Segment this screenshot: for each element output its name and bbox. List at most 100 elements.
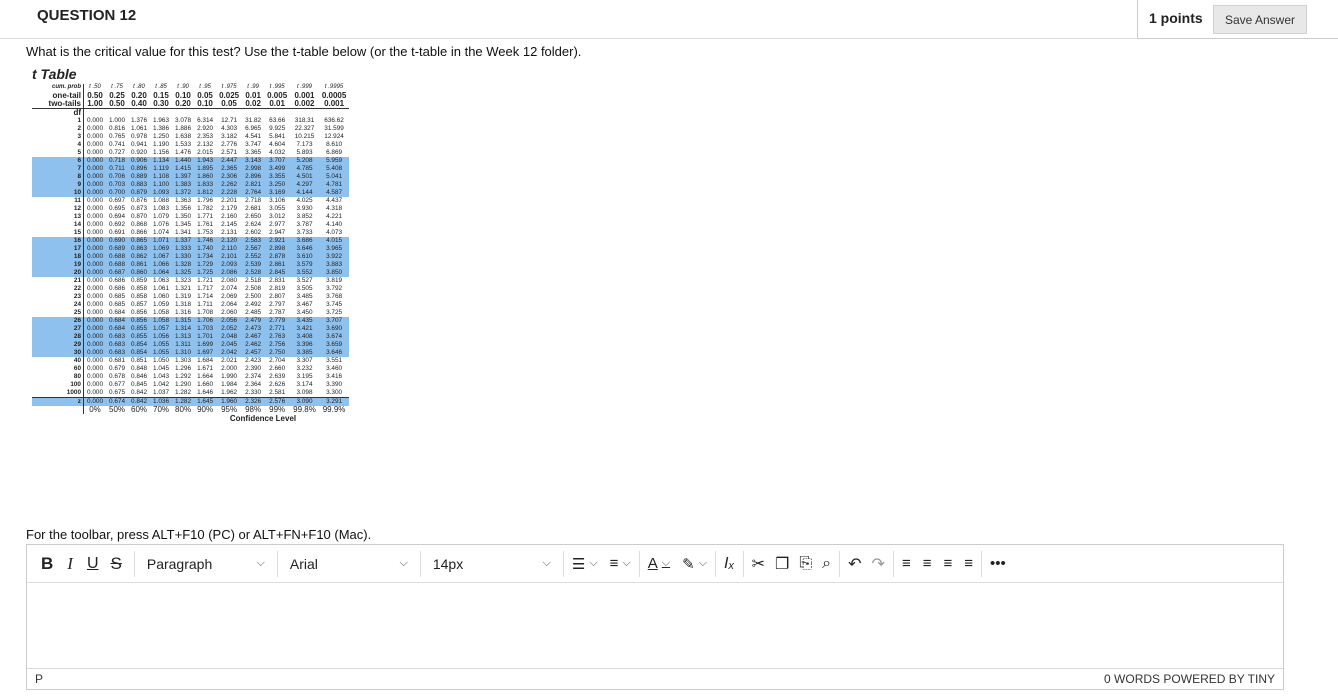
table-cell: 1.717 (197, 285, 214, 293)
table-cell: 1.761 (197, 221, 214, 229)
word-count: 0 WORDS POWERED BY TINY (1104, 672, 1275, 686)
table-cell: 2.750 (264, 349, 291, 357)
table-cell: 4.785 (290, 165, 319, 173)
table-cell: 1.638 (175, 133, 192, 141)
align-right-icon[interactable]: ≡ (943, 551, 952, 577)
text-color-icon[interactable]: A ⌵ (648, 551, 670, 577)
row-label: two-tails (32, 100, 84, 109)
numbered-list-icon[interactable]: ≡ ⌵ (610, 551, 631, 577)
table-cell: 1.753 (197, 229, 214, 237)
align-left-icon[interactable]: ≡ (902, 551, 911, 577)
strikethrough-button[interactable]: S (111, 551, 122, 577)
table-cell: 2.764 (242, 189, 265, 197)
paste-icon[interactable]: ⎘ (799, 551, 812, 577)
table-cell: 0.868 (131, 221, 148, 229)
table-cell: 0.863 (128, 245, 151, 253)
table-row: 9 0.000 0.703 0.883 1.100 1.383 1.833 2.262 2.82… (32, 181, 350, 189)
table-cell: 4.541 (245, 133, 262, 141)
table-cell: 0.000 (87, 277, 103, 285)
table-cell: 3.610 (290, 253, 319, 261)
table-cell: 2.819 (269, 285, 286, 293)
table-cell: 0.000 (87, 197, 103, 205)
table-cell: 0.854 (128, 341, 151, 349)
find-icon[interactable]: ⌕ (822, 551, 831, 577)
table-cell: 2.201 (221, 197, 238, 205)
table-cell: 0.690 (106, 237, 129, 245)
table-cell: 1.708 (197, 309, 214, 317)
table-cell: 1.725 (194, 269, 217, 277)
row-label: 21 (32, 277, 84, 285)
table-cell: 2.797 (269, 301, 286, 309)
table-cell: 2.500 (245, 293, 262, 301)
table-row: 6 0.000 0.718 0.906 1.134 1.440 1.943 2.447 3.14… (32, 157, 350, 165)
table-row: 60 0.000 0.679 0.848 1.045 1.296 1.671 2.000 2.3… (32, 365, 349, 373)
table-cell: 1.055 (150, 349, 173, 357)
block-format-select[interactable]: Paragraph ⌵ (141, 551, 271, 577)
clear-formatting-icon[interactable]: Iₓ (724, 551, 735, 577)
highlight-color-icon[interactable]: ✎ ⌵ (682, 551, 707, 577)
align-justify-icon[interactable]: ≡ (964, 551, 973, 577)
undo-icon[interactable]: ↶ (848, 551, 861, 577)
bold-button[interactable]: B (41, 551, 53, 577)
table-cell: 0.000 (87, 229, 103, 237)
table-row: 21 0.000 0.686 0.859 1.063 1.323 1.721 2.080 2.5… (32, 277, 349, 285)
table-cell: 2.947 (269, 229, 286, 237)
more-options-icon[interactable]: ••• (990, 551, 1006, 577)
table-cell: 0.695 (109, 205, 125, 213)
bullet-list-icon[interactable]: ☰ ⌵ (572, 551, 598, 577)
table-cell: 0.896 (128, 165, 151, 173)
table-cell: 2.132 (197, 141, 214, 149)
table-cell: 2.093 (216, 261, 243, 269)
table-cell: 1.319 (175, 293, 192, 301)
table-cell: 1.714 (197, 293, 214, 301)
table-cell: 0.870 (131, 213, 148, 221)
table-cell: 1.323 (175, 277, 192, 285)
table-cell: 0.688 (106, 261, 129, 269)
table-cell: 0.851 (131, 357, 148, 365)
table-cell: 0.000 (87, 293, 103, 301)
row-label: 18 (32, 253, 84, 261)
table-row: 1 0.000 1.000 1.376 1.963 3.078 6.314 12.71 31.8… (32, 117, 349, 125)
table-cell: 3.690 (318, 325, 350, 333)
font-size-select[interactable]: 14px ⌵ (427, 551, 557, 577)
table-cell: 1.310 (172, 349, 195, 357)
table-cell: 0.000 (83, 349, 106, 357)
table-cell: 2.571 (221, 149, 238, 157)
table-cell: 3.707 (264, 157, 291, 165)
table-cell: 1.311 (172, 341, 195, 349)
copy-icon[interactable]: ❐ (775, 551, 789, 577)
save-answer-button[interactable]: Save Answer (1213, 5, 1307, 34)
table-cell: 0.000 (87, 381, 103, 389)
underline-button[interactable]: U (87, 551, 99, 577)
table-cell: 3.485 (296, 293, 313, 301)
redo-icon[interactable]: ↷ (872, 551, 885, 577)
font-family-select[interactable]: Arial ⌵ (284, 551, 414, 577)
table-cell: 4.015 (318, 237, 350, 245)
powered-by-tiny[interactable]: POWERED BY TINY (1163, 672, 1275, 686)
table-cell: 1.314 (172, 325, 195, 333)
confidence-cell: 0% (89, 405, 101, 415)
table-cell: 0.691 (109, 229, 125, 237)
table-cell: 1.074 (153, 229, 170, 237)
table-cell: 1.061 (131, 125, 148, 133)
table-cell: 0.683 (106, 333, 129, 341)
table-row: 7 0.000 0.711 0.896 1.119 1.415 1.895 2.365 2.99… (32, 165, 350, 173)
cut-icon[interactable]: ✂ (752, 551, 765, 577)
table-cell: 2.042 (216, 349, 243, 357)
table-row: 15 0.000 0.691 0.866 1.074 1.341 1.753 2.131 2.6… (32, 229, 349, 237)
table-cell: 0.920 (131, 149, 148, 157)
row-label: 3 (32, 133, 84, 141)
align-center-icon[interactable]: ≡ (923, 551, 932, 577)
table-cell: 2.080 (221, 277, 238, 285)
table-cell: 2.131 (221, 229, 238, 237)
table-cell: 1.729 (194, 261, 217, 269)
table-cell: 2.528 (242, 269, 265, 277)
row-label: 6 (32, 157, 84, 165)
toolbar-divider (133, 550, 135, 577)
row-label: 12 (32, 205, 84, 213)
italic-button[interactable]: I (67, 551, 73, 577)
row-label: 23 (32, 293, 84, 301)
table-cell: 1.325 (172, 269, 195, 277)
table-cell: 3.787 (296, 221, 313, 229)
table-cell: 1.058 (150, 317, 173, 325)
